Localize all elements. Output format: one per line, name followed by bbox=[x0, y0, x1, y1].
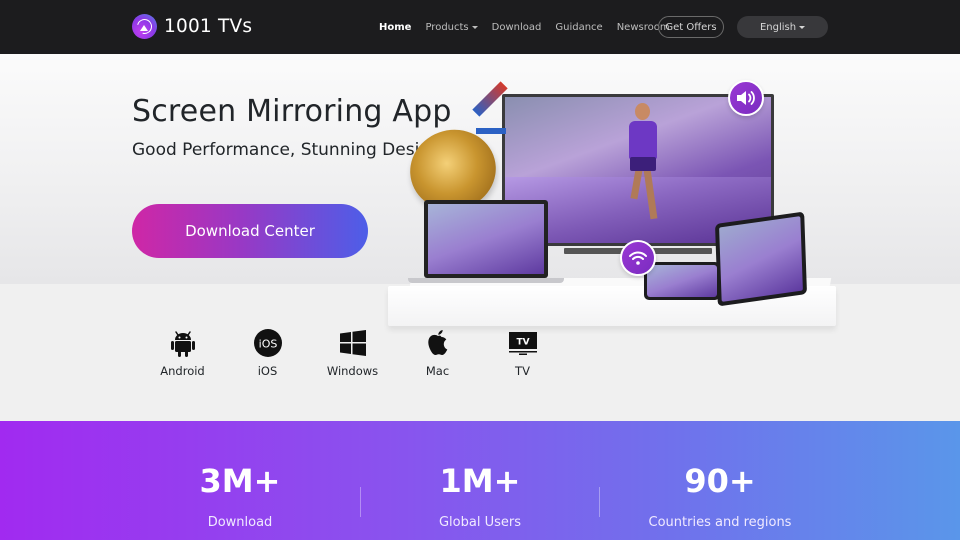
tablet-device-image bbox=[714, 211, 808, 307]
laptop-screen bbox=[428, 204, 544, 274]
windows-icon bbox=[338, 328, 368, 358]
phone-device-image bbox=[644, 262, 720, 300]
get-offers-button[interactable]: Get Offers bbox=[658, 16, 724, 38]
laptop-device-image bbox=[424, 200, 548, 278]
nav-link-label: Products bbox=[425, 21, 469, 33]
nav-link-label: Home bbox=[379, 21, 412, 33]
hero-illustration bbox=[380, 70, 840, 330]
platform-mac[interactable]: Mac bbox=[395, 328, 480, 378]
caret-down-icon bbox=[471, 25, 478, 29]
nav-link-home[interactable]: Home bbox=[379, 22, 411, 33]
platform-label: Android bbox=[160, 364, 205, 378]
tablet-screen bbox=[719, 216, 803, 302]
language-selector[interactable]: English bbox=[737, 16, 828, 38]
ios-icon: iOS bbox=[253, 328, 283, 358]
platform-label: TV bbox=[515, 364, 530, 378]
tv-icon: TV bbox=[508, 328, 538, 358]
nav-link-label: Guidance bbox=[555, 21, 603, 33]
nav-link-download[interactable]: Download bbox=[492, 22, 542, 33]
stats-section: 3M+ Download 1M+ Global Users 90+ Countr… bbox=[0, 421, 960, 540]
stat-value: 3M+ bbox=[199, 462, 281, 500]
platform-list: Android iOS iOS Windows Mac TV TV bbox=[140, 328, 565, 378]
brand-name: 1001 TVs bbox=[164, 16, 253, 37]
caret-down-icon bbox=[799, 25, 806, 29]
medal-ribbon bbox=[476, 128, 506, 134]
speaker-icon bbox=[728, 80, 764, 116]
navbar: 1001 TVs Home Products Download Guidance… bbox=[0, 0, 960, 54]
brand-logo-icon bbox=[132, 14, 157, 39]
stat-label: Global Users bbox=[438, 515, 521, 530]
wifi-icon bbox=[620, 240, 656, 276]
nav-link-products[interactable]: Products bbox=[425, 21, 478, 33]
nav-link-guidance[interactable]: Guidance bbox=[555, 22, 602, 33]
android-icon bbox=[168, 328, 198, 358]
ios-icon-text: iOS bbox=[258, 338, 277, 351]
download-center-button[interactable]: Download Center bbox=[132, 204, 368, 258]
brand-link[interactable]: 1001 TVs bbox=[132, 14, 252, 39]
platform-label: iOS bbox=[257, 364, 278, 378]
stat-label: Download bbox=[207, 515, 273, 530]
nav-link-label: Download bbox=[491, 21, 542, 33]
platform-label: Windows bbox=[326, 364, 379, 378]
stat-value: 90+ bbox=[684, 462, 756, 500]
language-label: English bbox=[759, 21, 797, 33]
main-nav: Home Products Download Guidance Newsroom bbox=[379, 15, 684, 39]
platform-tv[interactable]: TV TV bbox=[480, 328, 565, 378]
phone-screen bbox=[647, 265, 717, 297]
platform-ios[interactable]: iOS iOS bbox=[225, 328, 310, 378]
tv-icon-text: TV bbox=[516, 338, 529, 348]
runner-figure bbox=[623, 103, 663, 223]
apple-icon bbox=[423, 328, 453, 358]
laptop-base bbox=[408, 278, 564, 283]
stat-value: 1M+ bbox=[439, 462, 521, 500]
platform-label: Mac bbox=[425, 364, 450, 378]
platform-android[interactable]: Android bbox=[140, 328, 225, 378]
platform-windows[interactable]: Windows bbox=[310, 328, 395, 378]
stat-label: Countries and regions bbox=[648, 515, 792, 530]
